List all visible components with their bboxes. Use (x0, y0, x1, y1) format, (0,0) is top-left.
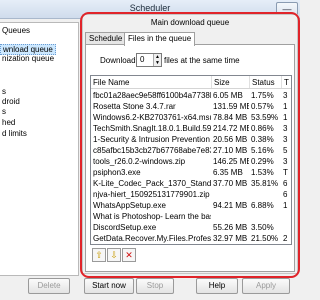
delete-queue-button[interactable]: Delete (28, 278, 70, 294)
file-t-cell: 1 (283, 201, 288, 210)
file-status-cell: 5.16% (251, 146, 274, 155)
file-t-cell: 2 (283, 234, 288, 243)
table-row[interactable]: Rosetta Stone 3.4.7.rar 131.59 MB 0.57% … (91, 101, 291, 111)
file-size-cell: 131.59 MB (213, 102, 249, 111)
remove-icon[interactable]: ✕ (122, 248, 136, 262)
column-header-file-name[interactable]: File Name (93, 78, 129, 87)
apply-button[interactable]: Apply (242, 278, 290, 294)
tab-files-in-the-queue[interactable]: Files in the queue (124, 32, 196, 46)
file-name-cell: psiphon3.exe (93, 168, 141, 177)
file-name-cell: njva-hiert_150925131779901.zip (93, 190, 210, 199)
table-row[interactable]: psiphon3.exe 6.35 MB 1.53% T (91, 167, 291, 177)
file-t-cell: 6 (283, 190, 288, 199)
table-row[interactable]: What is Photoshop- Learn the basics... (91, 211, 291, 221)
table-row[interactable]: c85afbc15b3cb27b67768abe7e8337... 27.10 … (91, 145, 291, 155)
file-t-cell: 3 (283, 91, 288, 100)
file-size-cell: 6.35 MB (213, 168, 243, 177)
file-name-cell: fbc01a28aec9e58ff6100b4a7738bee2... (93, 91, 211, 100)
window-title: Scheduler (129, 3, 171, 13)
file-size-cell: 94.21 MB (213, 201, 248, 210)
column-header-size[interactable]: Size (214, 78, 230, 87)
file-name-cell: GetData.Recover.My.Files.Professiona... (93, 234, 211, 243)
concurrent-files-value[interactable]: 0 (140, 55, 144, 64)
file-status-cell: 35.81% (251, 179, 279, 188)
file-size-cell: 146.25 MB (213, 157, 249, 166)
tree-item-queues[interactable]: Queues (2, 26, 30, 35)
file-name-cell: c85afbc15b3cb27b67768abe7e8337... (93, 146, 211, 155)
file-name-cell: Rosetta Stone 3.4.7.rar (93, 102, 176, 111)
file-t-cell: 3 (283, 124, 288, 133)
queues-tree[interactable]: Queues wnload queue nization queue s dro… (0, 22, 79, 276)
tree-item[interactable]: s (2, 87, 6, 96)
file-t-cell: 3 (283, 135, 288, 144)
files-tab-panel: Download 0 ▲ ▼ files at the same time Fi… (85, 44, 295, 272)
file-t-cell: T (283, 168, 288, 177)
list-header: File Name Size Status T (91, 76, 291, 89)
file-name-cell: What is Photoshop- Learn the basics... (93, 212, 211, 221)
tree-item-synchronization-queue[interactable]: nization queue (2, 54, 54, 63)
file-t-cell: 6 (283, 179, 288, 188)
file-status-cell: 21.50% (251, 234, 279, 243)
file-status-cell: 0.29% (251, 157, 274, 166)
table-row[interactable]: DiscordSetup.exe 55.26 MB 3.50% (91, 222, 291, 232)
file-size-cell: 214.72 MB (213, 124, 249, 133)
table-row[interactable]: fbc01a28aec9e58ff6100b4a7738bee2... 6.05… (91, 90, 291, 100)
column-header-t[interactable]: T (284, 78, 289, 87)
table-row[interactable]: K-Lite_Codec_Pack_1370_Standard.e... 37.… (91, 178, 291, 188)
file-t-cell: 1 (283, 113, 288, 122)
file-t-cell: 3 (283, 157, 288, 166)
file-size-cell: 32.97 MB (213, 234, 248, 243)
table-row[interactable]: Windows6.2-KB2703761-x64.msu 78.84 MB 53… (91, 112, 291, 122)
file-status-cell: 1.53% (251, 168, 274, 177)
help-button[interactable]: Help (196, 278, 238, 294)
tree-item-scheduled[interactable]: hed (2, 118, 15, 127)
table-row[interactable]: WhatsAppSetup.exe 94.21 MB 6.88% 1 (91, 200, 291, 210)
file-size-cell: 6.05 MB (213, 91, 243, 100)
file-status-cell: 0.38% (251, 135, 274, 144)
file-size-cell: 55.26 MB (213, 223, 248, 232)
file-status-cell: 0.86% (251, 124, 274, 133)
file-status-cell: 1.75% (251, 91, 274, 100)
move-down-icon[interactable]: ⇩ (107, 248, 121, 262)
file-name-cell: K-Lite_Codec_Pack_1370_Standard.e... (93, 179, 211, 188)
file-t-cell: 1 (283, 102, 288, 111)
file-name-cell: TechSmith.SnagIt.18.0.1.Build.594.rar (93, 124, 211, 133)
table-row[interactable]: tools_r26.0.2-windows.zip 146.25 MB 0.29… (91, 156, 291, 166)
spinner-arrows[interactable]: ▲ ▼ (153, 54, 161, 66)
file-name-cell: WhatsAppSetup.exe (93, 201, 166, 210)
tree-item-speed-limits[interactable]: d limits (2, 129, 27, 138)
files-same-time-label: files at the same time (164, 56, 240, 65)
file-status-cell: 0.57% (251, 102, 274, 111)
spin-down-icon[interactable]: ▼ (154, 60, 161, 66)
stop-button[interactable]: Stop (136, 278, 174, 294)
main-download-queue-group: Main download queue Schedule Files in th… (82, 14, 298, 274)
column-header-status[interactable]: Status (252, 78, 275, 87)
file-name-cell: tools_r26.0.2-windows.zip (93, 157, 186, 166)
file-status-cell: 6.88% (251, 201, 274, 210)
file-size-cell: 37.70 MB (213, 179, 248, 188)
tree-item[interactable]: s (2, 107, 6, 116)
file-size-cell: 78.84 MB (213, 113, 248, 122)
tree-item-android[interactable]: droid (2, 97, 20, 106)
table-row[interactable]: GetData.Recover.My.Files.Professiona... … (91, 233, 291, 243)
table-row[interactable]: TechSmith.SnagIt.18.0.1.Build.594.rar 21… (91, 123, 291, 133)
download-label: Download (100, 56, 136, 65)
table-row[interactable]: 1-Security & Intrusion Prevention in Cy.… (91, 134, 291, 144)
file-name-cell: Windows6.2-KB2703761-x64.msu (93, 113, 211, 122)
file-name-cell: 1-Security & Intrusion Prevention in Cy.… (93, 135, 211, 144)
file-size-cell: 20.56 MB (213, 135, 248, 144)
file-t-cell: 5 (283, 146, 288, 155)
move-up-icon[interactable]: ⇧ (92, 248, 106, 262)
queue-file-list[interactable]: File Name Size Status T fbc01a28aec9e58f… (90, 75, 292, 245)
start-now-button[interactable]: Start now (84, 278, 134, 294)
concurrent-files-stepper[interactable]: 0 ▲ ▼ (136, 53, 162, 67)
file-status-cell: 53.59% (251, 113, 279, 122)
file-name-cell: DiscordSetup.exe (93, 223, 157, 232)
file-size-cell: 27.10 MB (213, 146, 248, 155)
table-row[interactable]: njva-hiert_150925131779901.zip 6 (91, 189, 291, 199)
group-title: Main download queue (150, 18, 230, 27)
file-status-cell: 3.50% (251, 223, 274, 232)
